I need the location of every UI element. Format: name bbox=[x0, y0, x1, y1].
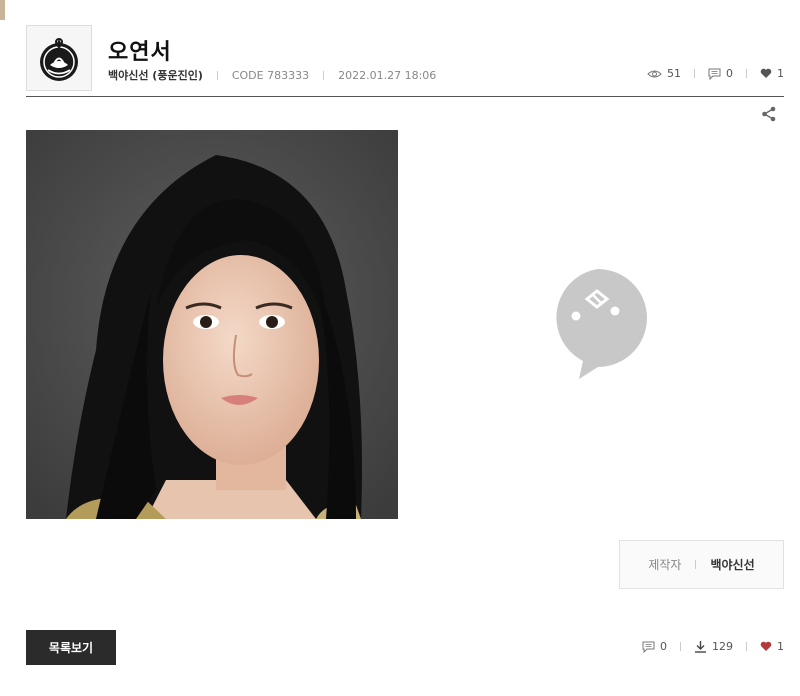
stats-divider bbox=[746, 642, 747, 651]
share-icon[interactable] bbox=[760, 105, 778, 123]
download-count: 129 bbox=[712, 640, 733, 653]
download-stat[interactable]: 129 bbox=[694, 640, 733, 653]
eye-icon bbox=[647, 70, 662, 77]
post-title: 오연서 bbox=[108, 40, 172, 65]
views-count: 51 bbox=[667, 67, 681, 80]
creator-box: 제작자 백야신선 bbox=[619, 540, 784, 589]
logo-emblem-icon bbox=[40, 38, 78, 81]
post-header: 오연서 백야신선 (풍운진인) CODE 783333 2022.01.27 1… bbox=[26, 25, 784, 97]
comments-count: 0 bbox=[726, 67, 733, 80]
author-avatar[interactable] bbox=[26, 25, 92, 91]
post-meta: 백야신선 (풍운진인) CODE 783333 2022.01.27 18:06 bbox=[108, 67, 436, 83]
post-author[interactable]: 백야신선 (풍운진인) bbox=[108, 67, 203, 83]
stats-divider bbox=[694, 69, 695, 78]
stats-divider bbox=[746, 69, 747, 78]
comments-stat: 0 bbox=[708, 67, 733, 80]
corner-accent bbox=[0, 0, 5, 20]
heart-icon bbox=[760, 641, 772, 651]
stats-divider bbox=[680, 642, 681, 651]
character-portrait-image[interactable] bbox=[26, 130, 398, 519]
speech-bubble-placeholder-icon bbox=[556, 269, 647, 379]
creator-label: 제작자 bbox=[648, 558, 682, 572]
creator-name[interactable]: 백야신선 bbox=[710, 556, 754, 573]
download-icon bbox=[695, 641, 706, 653]
comment-icon bbox=[708, 68, 721, 80]
heart-icon bbox=[760, 68, 772, 78]
post-stats-top: 51 0 1 bbox=[647, 67, 784, 80]
back-to-list-button[interactable]: 목록보기 bbox=[26, 630, 116, 665]
comments-count-bottom: 0 bbox=[660, 640, 667, 653]
meta-divider bbox=[216, 70, 218, 80]
meta-divider bbox=[323, 70, 325, 80]
comments-stat-bottom: 0 bbox=[642, 640, 667, 653]
likes-count-bottom: 1 bbox=[777, 640, 784, 653]
views-stat: 51 bbox=[647, 67, 681, 80]
post-stats-bottom: 0 129 1 bbox=[642, 640, 784, 653]
comment-icon bbox=[642, 641, 655, 653]
likes-stat-bottom[interactable]: 1 bbox=[760, 640, 784, 653]
creator-divider bbox=[695, 560, 697, 569]
post-date: 2022.01.27 18:06 bbox=[338, 68, 437, 82]
portrait-illustration bbox=[26, 130, 398, 519]
likes-stat[interactable]: 1 bbox=[760, 67, 784, 80]
post-code: CODE 783333 bbox=[231, 68, 310, 82]
likes-count: 1 bbox=[777, 67, 784, 80]
